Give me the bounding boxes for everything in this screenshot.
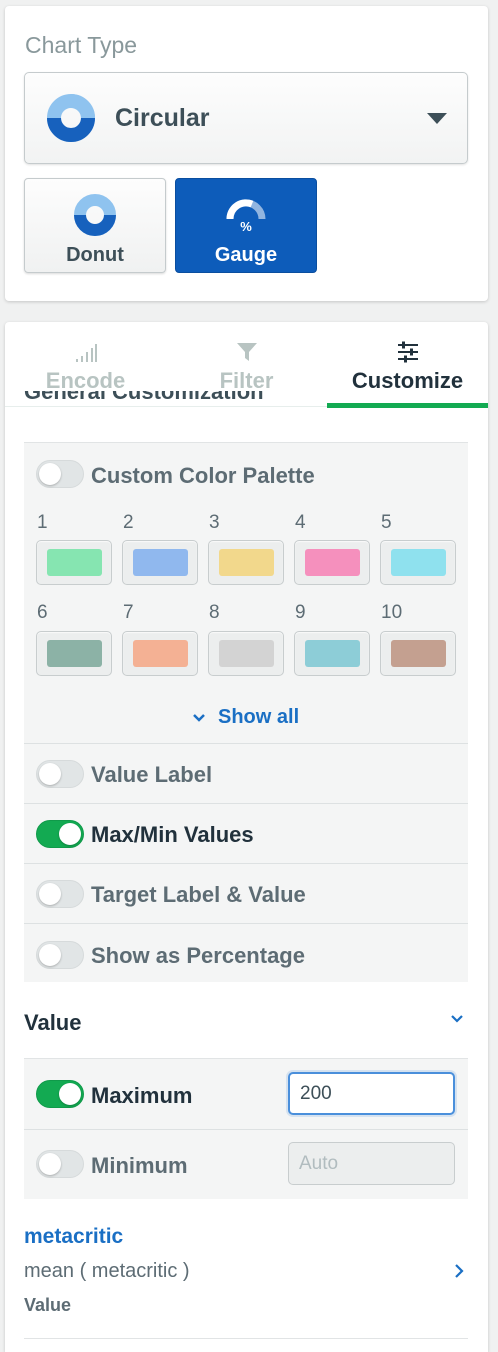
customize-panel: Encode Filter Customize General Customiz… [5, 322, 488, 1352]
color-swatch-3[interactable] [208, 540, 284, 585]
swatch-chip [391, 640, 446, 667]
swatch-chip [305, 549, 360, 576]
chevron-down-icon [427, 113, 447, 124]
swatch-number: 6 [37, 602, 48, 623]
svg-text:%: % [240, 219, 252, 234]
minimum-toggle[interactable] [36, 1150, 84, 1178]
chevron-down-icon [451, 1015, 463, 1023]
chart-type-title: Chart Type [25, 32, 138, 58]
encode-icon [75, 344, 97, 362]
value-label-label: Value Label [91, 762, 213, 787]
color-swatch-4[interactable] [294, 540, 370, 585]
swatch-number: 7 [123, 602, 134, 623]
swatch-chip [305, 640, 360, 667]
color-swatch-8[interactable] [208, 631, 284, 676]
divider [24, 923, 468, 924]
max-min-values-label: Max/Min Values [91, 822, 254, 847]
custom-palette-toggle[interactable] [36, 460, 84, 488]
value-field-item[interactable]: metacritic mean ( metacritic ) Value [24, 1199, 468, 1339]
circular-chart-icon [47, 94, 95, 142]
color-swatch-6[interactable] [36, 631, 112, 676]
filter-icon [236, 343, 257, 361]
swatch-number: 1 [37, 512, 48, 533]
general-options-box: Custom Color Palette 1 2 3 4 5 6 7 8 9 1… [24, 442, 468, 982]
minimum-label: Minimum [91, 1153, 188, 1178]
divider [24, 1129, 468, 1130]
target-label-toggle[interactable] [36, 880, 84, 908]
swatch-number: 5 [381, 512, 392, 533]
value-section-header[interactable]: Value [24, 982, 468, 1059]
color-swatch-7[interactable] [122, 631, 198, 676]
value-label-toggle[interactable] [36, 760, 84, 788]
chart-type-card: Chart Type Circular Donut % Gauge [5, 6, 488, 301]
swatch-chip [219, 549, 274, 576]
donut-icon [74, 194, 116, 237]
swatch-number: 2 [123, 512, 134, 533]
subtype-gauge-label: Gauge [214, 244, 278, 266]
subtype-donut-button[interactable]: Donut [24, 178, 166, 273]
subtype-donut-label: Donut [66, 244, 124, 266]
field-name: metacritic [24, 1225, 124, 1248]
chevron-right-icon [455, 1264, 464, 1278]
chart-type-dropdown[interactable]: Circular [24, 72, 468, 164]
color-swatch-2[interactable] [122, 540, 198, 585]
target-label-label: Target Label & Value [91, 882, 306, 907]
general-customization-heading[interactable]: General Customization [24, 391, 468, 415]
divider [24, 803, 468, 804]
gauge-icon: % [226, 199, 266, 234]
max-min-values-toggle[interactable] [36, 820, 84, 848]
show-all-link[interactable]: Show all [192, 706, 299, 729]
color-swatch-5[interactable] [380, 540, 456, 585]
value-options-box: Maximum Minimum [24, 1059, 468, 1199]
show-percentage-toggle[interactable] [36, 941, 84, 969]
swatch-chip [47, 640, 102, 667]
field-aggregation: mean ( metacritic ) [24, 1260, 190, 1282]
chart-type-selected-label: Circular [115, 103, 210, 132]
color-swatch-10[interactable] [380, 631, 456, 676]
color-swatch-1[interactable] [36, 540, 112, 585]
swatch-number: 10 [381, 602, 403, 623]
swatch-chip [133, 549, 188, 576]
subtype-gauge-button[interactable]: % Gauge [175, 178, 317, 273]
swatch-number: 4 [295, 512, 306, 533]
field-role: Value [24, 1295, 72, 1315]
divider [24, 863, 468, 864]
show-all-label: Show all [218, 706, 300, 728]
swatch-chip [47, 549, 102, 576]
maximum-input[interactable] [288, 1072, 455, 1115]
swatch-number: 3 [209, 512, 220, 533]
custom-palette-label: Custom Color Palette [91, 463, 315, 488]
divider [24, 743, 468, 744]
swatch-number: 9 [295, 602, 306, 623]
swatch-chip [391, 549, 446, 576]
show-percentage-label: Show as Percentage [91, 943, 305, 968]
swatch-chip [219, 640, 274, 667]
value-section-title: Value [24, 1010, 82, 1035]
sliders-icon [397, 341, 418, 363]
swatch-number: 8 [209, 602, 220, 623]
chevron-down-icon [193, 713, 205, 722]
maximum-label: Maximum [91, 1083, 193, 1108]
maximum-toggle[interactable] [36, 1080, 84, 1108]
color-swatch-9[interactable] [294, 631, 370, 676]
swatch-chip [133, 640, 188, 667]
minimum-input[interactable] [288, 1142, 455, 1185]
